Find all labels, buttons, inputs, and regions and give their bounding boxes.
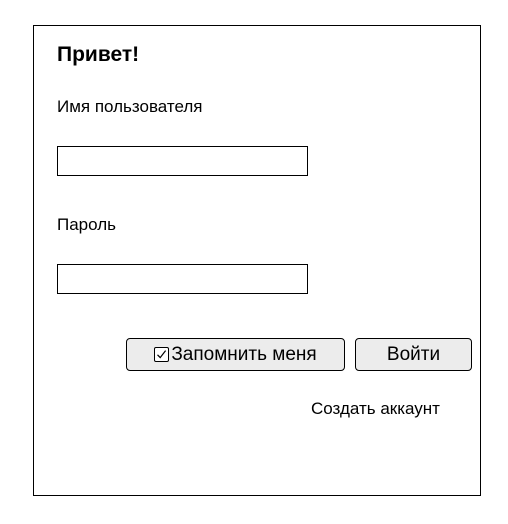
greeting-title: Привет!	[57, 43, 140, 66]
login-button[interactable]: Войти	[355, 338, 472, 371]
checkbox-checked-icon[interactable]	[154, 347, 170, 362]
password-input[interactable]	[57, 264, 308, 294]
username-label: Имя пользователя	[57, 97, 203, 116]
create-account-link[interactable]: Создать аккаунт	[311, 398, 440, 420]
password-label: Пароль	[57, 215, 116, 234]
username-input[interactable]	[57, 146, 308, 176]
remember-me-label: Запомнить меня	[171, 344, 317, 365]
remember-me-button[interactable]: Запомнить меня	[126, 338, 345, 371]
